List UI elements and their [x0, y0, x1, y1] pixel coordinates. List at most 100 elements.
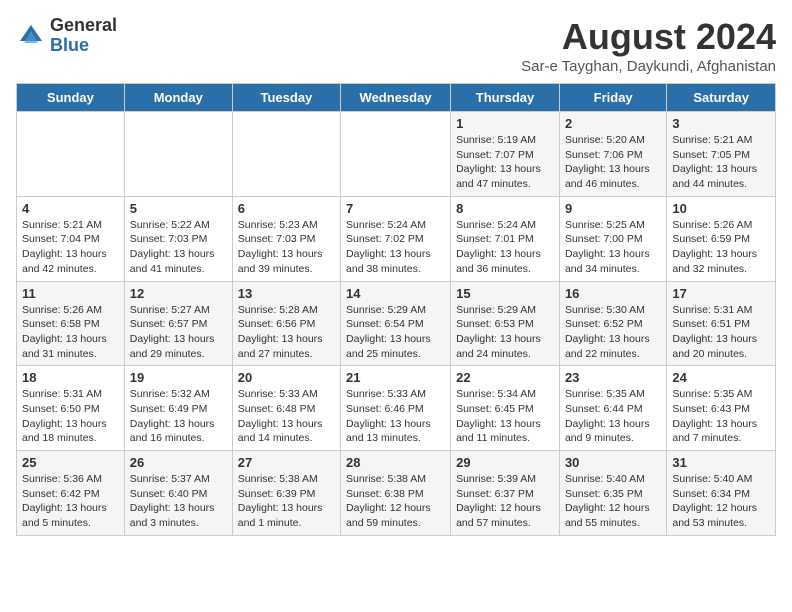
- calendar-cell: 4 Sunrise: 5:21 AM Sunset: 7:04 PM Daylig…: [17, 196, 125, 281]
- calendar-cell: 3 Sunrise: 5:21 AM Sunset: 7:05 PM Daylig…: [667, 112, 776, 197]
- week-row-3: 11Sunrise: 5:26 AM Sunset: 6:58 PM Dayli…: [17, 281, 776, 366]
- calendar-cell: 30Sunrise: 5:40 AM Sunset: 6:35 PM Dayli…: [559, 451, 666, 536]
- day-info: Sunrise: 5:31 AM Sunset: 6:51 PM Dayligh…: [672, 303, 770, 362]
- logo-general: General: [50, 16, 117, 36]
- calendar-cell: 25 Sunrise: 5:36 AM Sunset: 6:42 PM Dayli…: [17, 451, 125, 536]
- day-info: Sunrise: 5:21 AM Sunset: 7:04 PM Dayligh…: [22, 218, 119, 277]
- day-number: 12: [130, 286, 227, 301]
- day-number: 16: [565, 286, 661, 301]
- day-info: Sunrise: 5:24 AM Sunset: 7:01 PM Dayligh…: [456, 218, 554, 277]
- calendar-header: SundayMondayTuesdayWednesdayThursdayFrid…: [17, 84, 776, 112]
- day-info: Sunrise: 5:24 AM Sunset: 7:02 PM Dayligh…: [346, 218, 445, 277]
- day-info: Sunrise: 5:21 AM Sunset: 7:05 PM Dayligh…: [672, 133, 770, 192]
- day-number: 1: [456, 116, 554, 131]
- calendar-cell: 5Sunrise: 5:22 AM Sunset: 7:03 PM Daylig…: [124, 196, 232, 281]
- calendar-cell: 11Sunrise: 5:26 AM Sunset: 6:58 PM Dayli…: [17, 281, 125, 366]
- calendar-cell: 14Sunrise: 5:29 AM Sunset: 6:54 PM Dayli…: [341, 281, 451, 366]
- day-number: 26: [130, 455, 227, 470]
- day-info: Sunrise: 5:34 AM Sunset: 6:45 PM Dayligh…: [456, 387, 554, 446]
- day-number: 18: [22, 370, 119, 385]
- day-number: 5: [130, 201, 227, 216]
- day-number: 13: [238, 286, 335, 301]
- day-info: Sunrise: 5:35 AM Sunset: 6:44 PM Dayligh…: [565, 387, 661, 446]
- day-number: 31: [672, 455, 770, 470]
- day-number: 4: [22, 201, 119, 216]
- day-number: 6: [238, 201, 335, 216]
- day-number: 22: [456, 370, 554, 385]
- day-info: Sunrise: 5:40 AM Sunset: 6:34 PM Dayligh…: [672, 472, 770, 531]
- calendar-cell: 10 Sunrise: 5:26 AM Sunset: 6:59 PM Dayli…: [667, 196, 776, 281]
- day-number: 23: [565, 370, 661, 385]
- calendar-cell: 31 Sunrise: 5:40 AM Sunset: 6:34 PM Dayli…: [667, 451, 776, 536]
- day-info: Sunrise: 5:19 AM Sunset: 7:07 PM Dayligh…: [456, 133, 554, 192]
- calendar-cell: 12 Sunrise: 5:27 AM Sunset: 6:57 PM Dayli…: [124, 281, 232, 366]
- calendar-cell: 21 Sunrise: 5:33 AM Sunset: 6:46 PM Dayli…: [341, 366, 451, 451]
- month-title: August 2024: [521, 16, 776, 58]
- logo-icon: [16, 21, 46, 51]
- day-number: 27: [238, 455, 335, 470]
- calendar-cell: [341, 112, 451, 197]
- calendar-cell: 13 Sunrise: 5:28 AM Sunset: 6:56 PM Dayli…: [232, 281, 340, 366]
- day-info: Sunrise: 5:26 AM Sunset: 6:58 PM Dayligh…: [22, 303, 119, 362]
- calendar-cell: 20Sunrise: 5:33 AM Sunset: 6:48 PM Dayli…: [232, 366, 340, 451]
- calendar-body: 1 Sunrise: 5:19 AM Sunset: 7:07 PM Daylig…: [17, 112, 776, 536]
- week-row-1: 1 Sunrise: 5:19 AM Sunset: 7:07 PM Daylig…: [17, 112, 776, 197]
- day-number: 30: [565, 455, 661, 470]
- calendar-cell: [232, 112, 340, 197]
- day-info: Sunrise: 5:27 AM Sunset: 6:57 PM Dayligh…: [130, 303, 227, 362]
- day-number: 21: [346, 370, 445, 385]
- calendar-cell: [124, 112, 232, 197]
- header-saturday: Saturday: [667, 84, 776, 112]
- logo-blue: Blue: [50, 36, 117, 56]
- day-number: 10: [672, 201, 770, 216]
- title-block: August 2024 Sar-e Tayghan, Daykundi, Afg…: [521, 16, 776, 75]
- day-info: Sunrise: 5:30 AM Sunset: 6:52 PM Dayligh…: [565, 303, 661, 362]
- day-number: 3: [672, 116, 770, 131]
- day-info: Sunrise: 5:28 AM Sunset: 6:56 PM Dayligh…: [238, 303, 335, 362]
- calendar-cell: 27 Sunrise: 5:38 AM Sunset: 6:39 PM Dayli…: [232, 451, 340, 536]
- calendar-cell: 28Sunrise: 5:38 AM Sunset: 6:38 PM Dayli…: [341, 451, 451, 536]
- calendar-cell: 2 Sunrise: 5:20 AM Sunset: 7:06 PM Daylig…: [559, 112, 666, 197]
- day-number: 15: [456, 286, 554, 301]
- day-number: 2: [565, 116, 661, 131]
- day-number: 28: [346, 455, 445, 470]
- calendar-cell: [17, 112, 125, 197]
- day-info: Sunrise: 5:26 AM Sunset: 6:59 PM Dayligh…: [672, 218, 770, 277]
- day-number: 9: [565, 201, 661, 216]
- week-row-2: 4 Sunrise: 5:21 AM Sunset: 7:04 PM Daylig…: [17, 196, 776, 281]
- day-info: Sunrise: 5:31 AM Sunset: 6:50 PM Dayligh…: [22, 387, 119, 446]
- calendar-cell: 15Sunrise: 5:29 AM Sunset: 6:53 PM Dayli…: [451, 281, 560, 366]
- calendar-cell: 22 Sunrise: 5:34 AM Sunset: 6:45 PM Dayli…: [451, 366, 560, 451]
- header-friday: Friday: [559, 84, 666, 112]
- day-number: 29: [456, 455, 554, 470]
- calendar-cell: 7Sunrise: 5:24 AM Sunset: 7:02 PM Daylig…: [341, 196, 451, 281]
- calendar-cell: 29Sunrise: 5:39 AM Sunset: 6:37 PM Dayli…: [451, 451, 560, 536]
- day-number: 8: [456, 201, 554, 216]
- day-info: Sunrise: 5:20 AM Sunset: 7:06 PM Dayligh…: [565, 133, 661, 192]
- calendar-cell: 19Sunrise: 5:32 AM Sunset: 6:49 PM Dayli…: [124, 366, 232, 451]
- day-number: 20: [238, 370, 335, 385]
- calendar-cell: 6 Sunrise: 5:23 AM Sunset: 7:03 PM Daylig…: [232, 196, 340, 281]
- calendar-cell: 17Sunrise: 5:31 AM Sunset: 6:51 PM Dayli…: [667, 281, 776, 366]
- day-info: Sunrise: 5:35 AM Sunset: 6:43 PM Dayligh…: [672, 387, 770, 446]
- calendar-cell: 18 Sunrise: 5:31 AM Sunset: 6:50 PM Dayli…: [17, 366, 125, 451]
- header-tuesday: Tuesday: [232, 84, 340, 112]
- logo-text: General Blue: [50, 16, 117, 56]
- day-number: 25: [22, 455, 119, 470]
- day-info: Sunrise: 5:25 AM Sunset: 7:00 PM Dayligh…: [565, 218, 661, 277]
- day-info: Sunrise: 5:33 AM Sunset: 6:46 PM Dayligh…: [346, 387, 445, 446]
- calendar-cell: 26Sunrise: 5:37 AM Sunset: 6:40 PM Dayli…: [124, 451, 232, 536]
- calendar-cell: 1 Sunrise: 5:19 AM Sunset: 7:07 PM Daylig…: [451, 112, 560, 197]
- header-sunday: Sunday: [17, 84, 125, 112]
- day-info: Sunrise: 5:29 AM Sunset: 6:54 PM Dayligh…: [346, 303, 445, 362]
- header-wednesday: Wednesday: [341, 84, 451, 112]
- day-info: Sunrise: 5:36 AM Sunset: 6:42 PM Dayligh…: [22, 472, 119, 531]
- day-info: Sunrise: 5:23 AM Sunset: 7:03 PM Dayligh…: [238, 218, 335, 277]
- calendar-cell: 23 Sunrise: 5:35 AM Sunset: 6:44 PM Dayli…: [559, 366, 666, 451]
- calendar-cell: 16 Sunrise: 5:30 AM Sunset: 6:52 PM Dayli…: [559, 281, 666, 366]
- header-row: SundayMondayTuesdayWednesdayThursdayFrid…: [17, 84, 776, 112]
- header-thursday: Thursday: [451, 84, 560, 112]
- header-monday: Monday: [124, 84, 232, 112]
- day-info: Sunrise: 5:38 AM Sunset: 6:39 PM Dayligh…: [238, 472, 335, 531]
- calendar-cell: 9 Sunrise: 5:25 AM Sunset: 7:00 PM Daylig…: [559, 196, 666, 281]
